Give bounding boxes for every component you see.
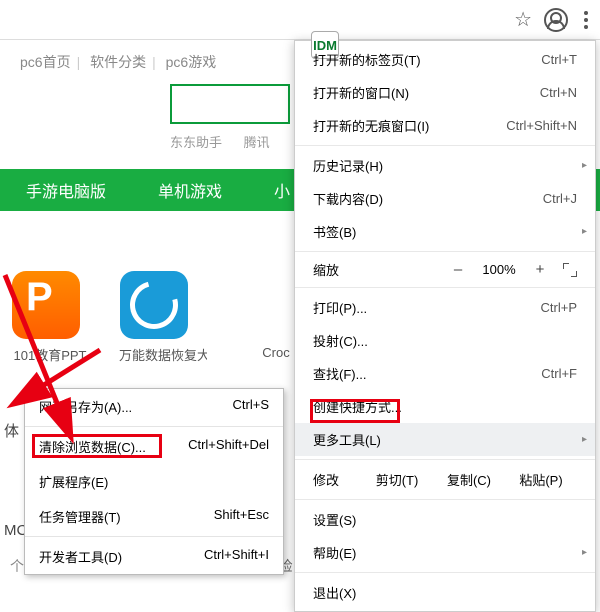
menu-item-shortcut: Ctrl+Shift+Del — [188, 437, 269, 456]
hot-link[interactable]: 腾讯 — [244, 135, 270, 150]
nav-link[interactable]: 软件分类 — [90, 54, 146, 70]
menu-separator — [295, 499, 595, 500]
menu-item[interactable]: 打开新的窗口(N)Ctrl+N — [295, 76, 595, 109]
menu-item-shortcut: Ctrl+N — [540, 85, 577, 100]
menu-separator — [295, 572, 595, 573]
category-tab[interactable]: 手游电脑版 — [0, 178, 132, 202]
zoom-in-button[interactable]: + — [529, 261, 551, 278]
menu-item[interactable]: 投射(C)... — [295, 324, 595, 357]
menu-separator — [295, 459, 595, 460]
menu-item-label: 扩展程序(E) — [39, 472, 108, 491]
edit-label: 修改 — [313, 470, 361, 489]
menu-item-label: 打印(P)... — [313, 298, 541, 317]
menu-item-label: 更多工具(L) — [313, 430, 577, 449]
menu-item-shortcut: Shift+Esc — [214, 507, 269, 526]
menu-item[interactable]: 打开新的标签页(T)Ctrl+T — [295, 43, 595, 76]
menu-item-label: 打开新的无痕窗口(I) — [313, 116, 506, 135]
menu-item[interactable]: 打开新的无痕窗口(I)Ctrl+Shift+N — [295, 109, 595, 142]
menu-item-label: 下载内容(D) — [313, 189, 543, 208]
menu-item-label: 打开新的标签页(T) — [313, 50, 541, 69]
kebab-menu-icon[interactable] — [580, 7, 592, 33]
menu-item-shortcut: Ctrl+S — [233, 397, 269, 416]
menu-item[interactable]: 扩展程序(E) — [25, 464, 283, 499]
menu-item[interactable]: 打印(P)...Ctrl+P — [295, 291, 595, 324]
menu-separator — [25, 536, 283, 537]
menu-item-label: 创建快捷方式... — [313, 397, 577, 416]
menu-item-shortcut: Ctrl+F — [541, 366, 577, 381]
menu-separator — [295, 287, 595, 288]
app-icon[interactable] — [12, 271, 80, 339]
fullscreen-icon[interactable] — [563, 263, 577, 277]
menu-item-shortcut: Ctrl+P — [541, 300, 577, 315]
app-label: 万能数据恢复大 — [119, 345, 207, 364]
side-text: 体 — [4, 420, 19, 441]
menu-item[interactable]: 书签(B) — [295, 215, 595, 248]
app-icon[interactable] — [120, 271, 188, 339]
menu-item[interactable]: 退出(X) — [295, 576, 595, 609]
menu-item[interactable]: 更多工具(L) — [295, 423, 595, 456]
menu-item-label: 帮助(E) — [313, 543, 577, 562]
menu-item-shortcut: Ctrl+J — [543, 191, 577, 206]
menu-item-label: 历史记录(H) — [313, 156, 577, 175]
menu-item-shortcut: Ctrl+Shift+N — [506, 118, 577, 133]
menu-item[interactable]: 设置(S) — [295, 503, 595, 536]
nav-link[interactable]: pc6游戏 — [166, 54, 217, 70]
account-icon[interactable] — [544, 8, 568, 32]
browser-main-menu: IDM 打开新的标签页(T)Ctrl+T打开新的窗口(N)Ctrl+N打开新的无… — [294, 40, 596, 612]
menu-item[interactable]: 任务管理器(T) Shift+Esc — [25, 499, 283, 534]
cut-button[interactable]: 剪切(T) — [361, 470, 433, 489]
menu-item-shortcut: Ctrl+Shift+I — [204, 547, 269, 566]
nav-link[interactable]: pc6首页 — [20, 54, 71, 70]
menu-separator — [295, 145, 595, 146]
app-label: 101教育PPT — [6, 345, 94, 364]
search-input[interactable] — [170, 84, 290, 124]
menu-item-label: 任务管理器(T) — [39, 507, 121, 526]
browser-toolbar: ☆ — [0, 0, 600, 40]
zoom-out-button[interactable]: – — [447, 261, 469, 278]
menu-item-label: 查找(F)... — [313, 364, 541, 383]
menu-item-shortcut: Ctrl+T — [541, 52, 577, 67]
more-tools-submenu: 网页另存为(A)... Ctrl+S 清除浏览数据(C)... Ctrl+Shift+… — [24, 388, 284, 575]
copy-button[interactable]: 复制(C) — [433, 470, 505, 489]
menu-item[interactable]: 下载内容(D)Ctrl+J — [295, 182, 595, 215]
menu-item[interactable]: 历史记录(H) — [295, 149, 595, 182]
edit-row: 修改剪切(T)复制(C)粘贴(P) — [295, 463, 595, 496]
menu-separator — [295, 251, 595, 252]
menu-item-label: 开发者工具(D) — [39, 547, 122, 566]
menu-item[interactable]: 帮助(E) — [295, 536, 595, 569]
menu-item[interactable]: 开发者工具(D) Ctrl+Shift+I — [25, 539, 283, 574]
category-tab[interactable]: 单机游戏 — [132, 178, 248, 202]
zoom-label: 缩放 — [313, 260, 439, 279]
menu-item-label: 清除浏览数据(C)... — [39, 437, 146, 456]
menu-item[interactable]: 查找(F)...Ctrl+F — [295, 357, 595, 390]
zoom-row: 缩放–100% + — [295, 255, 595, 284]
menu-item-label: 设置(S) — [313, 510, 577, 529]
paste-button[interactable]: 粘贴(P) — [505, 470, 577, 489]
menu-item-label: 投射(C)... — [313, 331, 577, 350]
hot-link[interactable]: 东东助手 — [170, 135, 222, 150]
menu-item[interactable]: 清除浏览数据(C)... Ctrl+Shift+Del — [25, 429, 283, 464]
menu-item[interactable]: 网页另存为(A)... Ctrl+S — [25, 389, 283, 424]
menu-item-label: 网页另存为(A)... — [39, 397, 132, 416]
zoom-value: 100% — [477, 262, 521, 277]
menu-separator — [25, 426, 283, 427]
menu-item-label: 书签(B) — [313, 222, 577, 241]
menu-item-label: 打开新的窗口(N) — [313, 83, 540, 102]
menu-item[interactable]: 创建快捷方式... — [295, 390, 595, 423]
bookmark-star-icon[interactable]: ☆ — [514, 7, 532, 32]
